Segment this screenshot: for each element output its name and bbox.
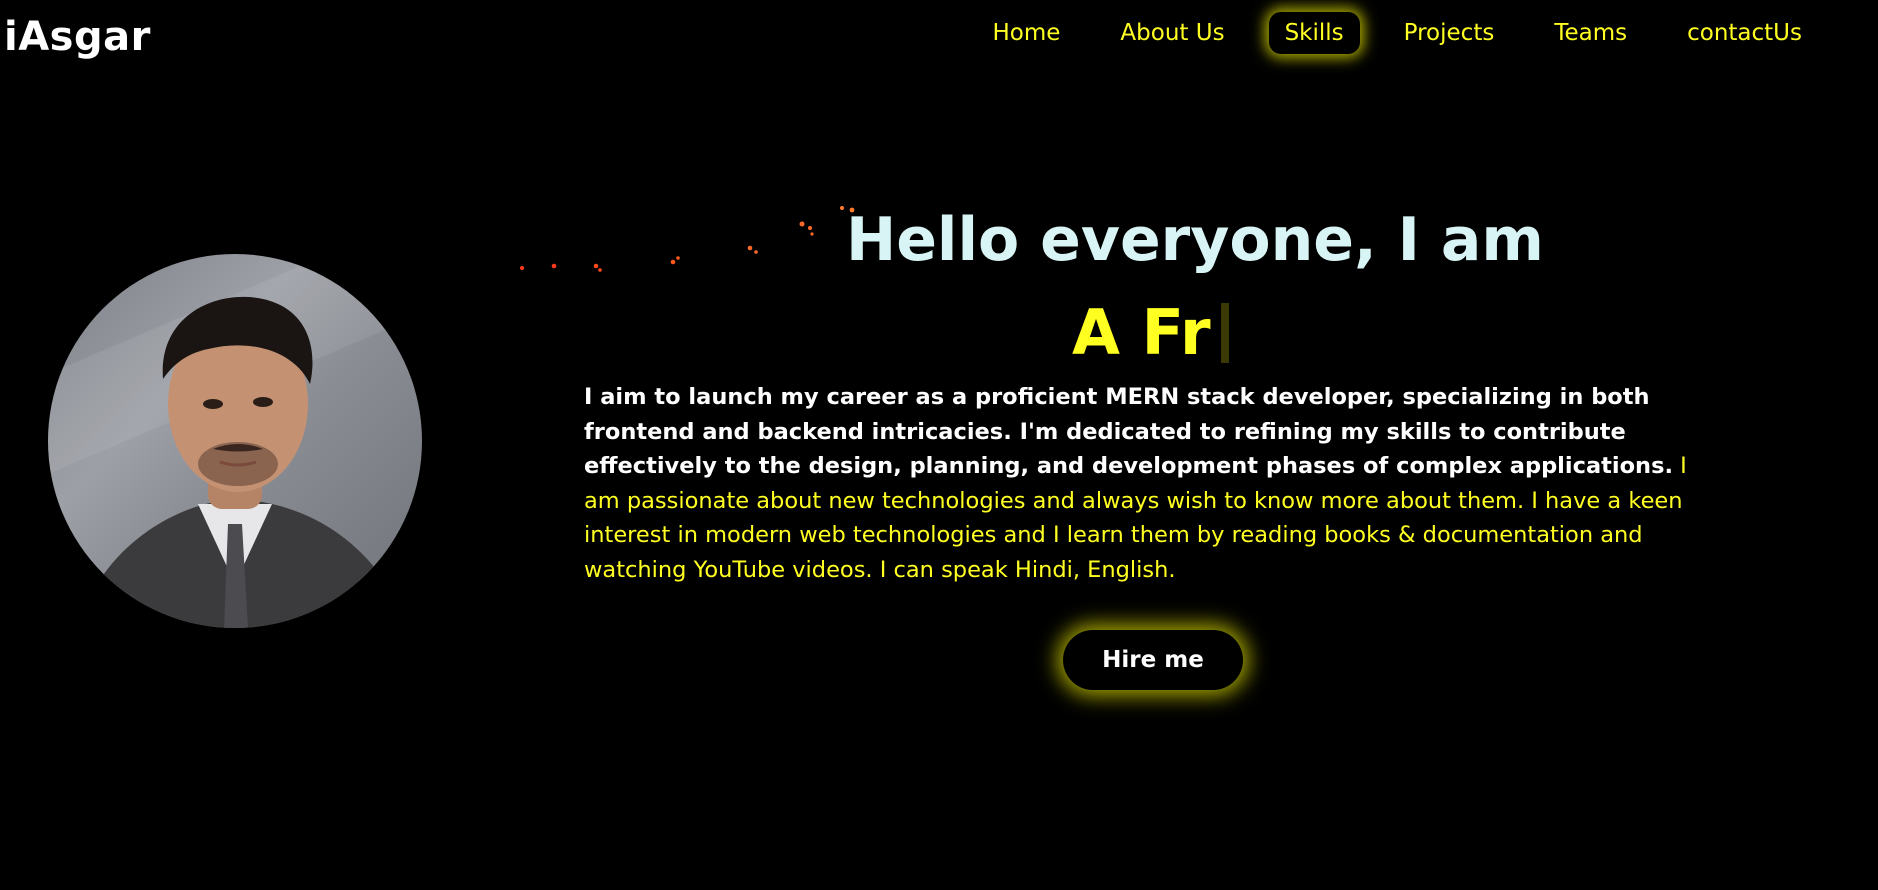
- main-nav: Home About Us Skills Projects Teams cont…: [949, 12, 1819, 54]
- nav-home[interactable]: Home: [977, 12, 1077, 54]
- description-bold: I aim to launch my career as a proficien…: [584, 384, 1674, 479]
- site-logo[interactable]: iAsgar: [4, 14, 151, 60]
- hero-greeting: Hello everyone, I am: [846, 205, 1544, 275]
- nav-teams[interactable]: Teams: [1538, 12, 1643, 54]
- hero-description: I aim to launch my career as a proficien…: [584, 380, 1724, 587]
- nav-about-us[interactable]: About Us: [1104, 12, 1240, 54]
- typing-cursor-icon: [1220, 302, 1229, 363]
- nav-contact-us[interactable]: contactUs: [1671, 12, 1818, 54]
- page: iAsgar Home About Us Skills Projects Tea…: [0, 0, 1878, 890]
- profile-avatar: [48, 254, 422, 628]
- nav-projects[interactable]: Projects: [1388, 12, 1511, 54]
- nav-skills[interactable]: Skills: [1268, 12, 1360, 54]
- typed-role-text: A Fr: [1072, 296, 1211, 369]
- typed-role: A Fr: [1072, 296, 1229, 369]
- hire-me-button[interactable]: Hire me: [1063, 630, 1243, 690]
- sparkle-trail-icon: [520, 206, 855, 272]
- profile-photo-icon: [48, 254, 422, 628]
